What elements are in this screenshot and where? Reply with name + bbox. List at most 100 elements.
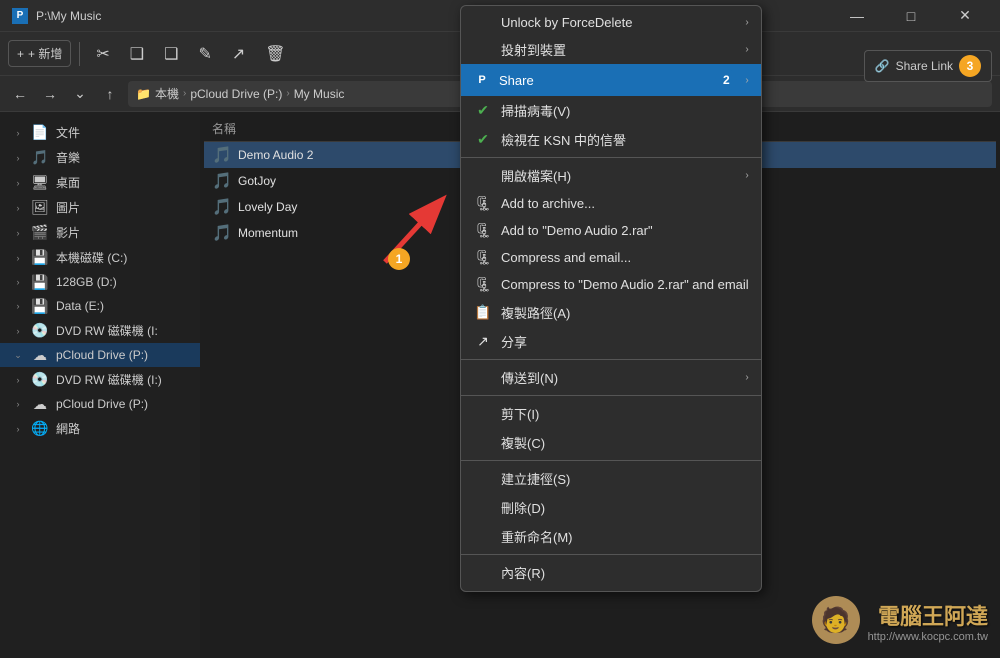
dropdown-button[interactable]: ⌄ — [68, 82, 92, 106]
cm-share2-label: 分享 — [501, 332, 749, 351]
breadcrumb-current[interactable]: My Music — [294, 87, 345, 101]
expand-icon: ⌄ — [12, 349, 24, 361]
cm-scan-label: 掃描病毒(V) — [501, 101, 749, 120]
cm-sendto[interactable]: 傳送到(N) › — [461, 363, 761, 392]
separator-3 — [461, 395, 761, 396]
network-icon: 🌐 — [32, 421, 48, 437]
watermark-face: 🧑 — [812, 596, 860, 644]
forward-button[interactable]: → — [38, 82, 62, 106]
cm-open[interactable]: 開啟檔案(H) › — [461, 161, 761, 190]
sidebar-item-dvd-i[interactable]: › 💿 DVD RW 磁碟機 (I: — [0, 318, 200, 343]
sidebar-label-dvd-i: DVD RW 磁碟機 (I: — [56, 322, 158, 339]
sidebar-item-drive-e[interactable]: › 💾 Data (E:) — [0, 294, 200, 318]
cm-scan[interactable]: ✔ 掃描病毒(V) — [461, 96, 761, 125]
cm-copy-label: 複製(C) — [501, 433, 749, 452]
delete-button[interactable]: 🗑 — [257, 40, 293, 68]
cm-delete-label: 刪除(D) — [501, 498, 749, 517]
addrar-icon: 🗜 — [473, 222, 493, 239]
cm-copypath[interactable]: 📋 複製路徑(A) — [461, 298, 761, 327]
back-button[interactable]: ← — [8, 82, 32, 106]
sidebar-item-pcloud[interactable]: ⌄ ☁ pCloud Drive (P:) — [0, 343, 200, 367]
separator-2 — [461, 359, 761, 360]
arrow-icon-4: › — [745, 170, 748, 181]
window-controls: — □ ✕ — [834, 0, 988, 32]
file-size-demo-audio: KB — [740, 149, 988, 161]
cm-ksn-label: 檢視在 KSN 中的信譽 — [501, 130, 749, 149]
cm-addrar-label: Add to "Demo Audio 2.rar" — [501, 223, 749, 238]
expand-icon: › — [12, 374, 24, 386]
sidebar-label-documents: 文件 — [56, 124, 80, 141]
sidebar-item-desktop[interactable]: › 🖥 桌面 — [0, 170, 200, 195]
window-icon: P — [12, 8, 28, 24]
cm-compressmail[interactable]: 🗜 Compress to "Demo Audio 2.rar" and ema… — [461, 271, 761, 298]
cm-archive[interactable]: 🗜 Add to archive... — [461, 190, 761, 217]
sidebar-label-music: 音樂 — [56, 149, 80, 166]
paste-button[interactable]: ❑ — [156, 40, 186, 68]
cm-cast-label: 投射到裝置 — [501, 40, 737, 59]
badge-3: 3 — [959, 55, 981, 77]
sidebar-item-music[interactable]: › 🎵 音樂 — [0, 145, 200, 170]
sidebar-label-network: 網路 — [56, 420, 80, 437]
share-icon: ↗ — [232, 44, 245, 64]
archive-icon: 🗜 — [473, 195, 493, 212]
cm-unlock-label: Unlock by ForceDelete — [501, 15, 737, 30]
cm-rename-label: 重新命名(M) — [501, 527, 749, 546]
sidebar-item-pictures[interactable]: › 🖼 圖片 — [0, 195, 200, 220]
badge-2: 2 — [715, 69, 737, 91]
cm-properties-label: 內容(R) — [501, 563, 749, 582]
sidebar-label-drive-c: 本機磁碟 (C:) — [56, 249, 127, 266]
new-button[interactable]: + + 新增 — [8, 40, 71, 67]
sidebar-item-videos[interactable]: › 🎬 影片 — [0, 220, 200, 245]
cm-copy[interactable]: 複製(C) — [461, 428, 761, 457]
copypath-icon: 📋 — [473, 304, 493, 321]
close-button[interactable]: ✕ — [942, 0, 988, 32]
cm-properties[interactable]: 內容(R) — [461, 558, 761, 587]
copy-button[interactable]: ❑ — [122, 40, 152, 68]
drive-c-icon: 💾 — [32, 250, 48, 266]
cm-cut[interactable]: 剪下(I) — [461, 399, 761, 428]
cm-compressmail-label: Compress to "Demo Audio 2.rar" and email — [501, 277, 749, 292]
context-menu: Unlock by ForceDelete › 投射到裝置 › P Share … — [460, 5, 762, 592]
breadcrumb-folder-icon: 📁 — [136, 87, 151, 101]
arrow-icon-2: › — [745, 44, 748, 55]
sidebar-item-drive-c[interactable]: › 💾 本機磁碟 (C:) — [0, 245, 200, 270]
cm-compress-label: Compress and email... — [501, 250, 749, 265]
breadcrumb-home[interactable]: 本機 — [155, 85, 179, 102]
drive-d-icon: 💾 — [32, 274, 48, 290]
expand-icon: › — [12, 252, 24, 264]
cm-share[interactable]: P Share 2 › — [461, 64, 761, 96]
cm-sendto-label: 傳送到(N) — [501, 368, 737, 387]
cm-unlock[interactable]: Unlock by ForceDelete › — [461, 10, 761, 35]
file-size-lovely-day: KB — [740, 201, 988, 213]
sidebar-item-drive-d[interactable]: › 💾 128GB (D:) — [0, 270, 200, 294]
cut-button[interactable]: ✂ — [88, 40, 117, 68]
cm-share2[interactable]: ↗ 分享 — [461, 327, 761, 356]
videos-icon: 🎬 — [32, 225, 48, 241]
maximize-button[interactable]: □ — [888, 0, 934, 32]
sidebar-item-dvd-i2[interactable]: › 💿 DVD RW 磁碟機 (I:) — [0, 367, 200, 392]
cm-cast[interactable]: 投射到裝置 › — [461, 35, 761, 64]
cm-compress[interactable]: 🗜 Compress and email... — [461, 244, 761, 271]
cm-open-label: 開啟檔案(H) — [501, 166, 737, 185]
expand-icon: › — [12, 227, 24, 239]
up-button[interactable]: ↑ — [98, 82, 122, 106]
sidebar-item-network[interactable]: › 🌐 網路 — [0, 416, 200, 441]
share-button[interactable]: ↗ — [224, 40, 253, 68]
cm-delete[interactable]: 刪除(D) — [461, 493, 761, 522]
dvd-i2-icon: 💿 — [32, 372, 48, 388]
minimize-button[interactable]: — — [834, 0, 880, 32]
watermark-name: 電腦王阿達 — [868, 599, 988, 631]
expand-icon: › — [12, 152, 24, 164]
checkmark-icon-2: ✔ — [473, 131, 493, 148]
share-link-button[interactable]: 🔗 Share Link 3 — [864, 50, 992, 82]
expand-icon: › — [12, 127, 24, 139]
breadcrumb-drive[interactable]: pCloud Drive (P:) — [190, 87, 282, 101]
sidebar-label-drive-d: 128GB (D:) — [56, 275, 117, 289]
cm-addrar[interactable]: 🗜 Add to "Demo Audio 2.rar" — [461, 217, 761, 244]
cm-shortcut[interactable]: 建立捷徑(S) — [461, 464, 761, 493]
sidebar-item-pcloud2[interactable]: › ☁ pCloud Drive (P:) — [0, 392, 200, 416]
cm-ksn[interactable]: ✔ 檢視在 KSN 中的信譽 — [461, 125, 761, 154]
sidebar-item-documents[interactable]: › 📄 文件 — [0, 120, 200, 145]
cm-rename[interactable]: 重新命名(M) — [461, 522, 761, 551]
rename-button[interactable]: ✎ — [190, 40, 219, 68]
